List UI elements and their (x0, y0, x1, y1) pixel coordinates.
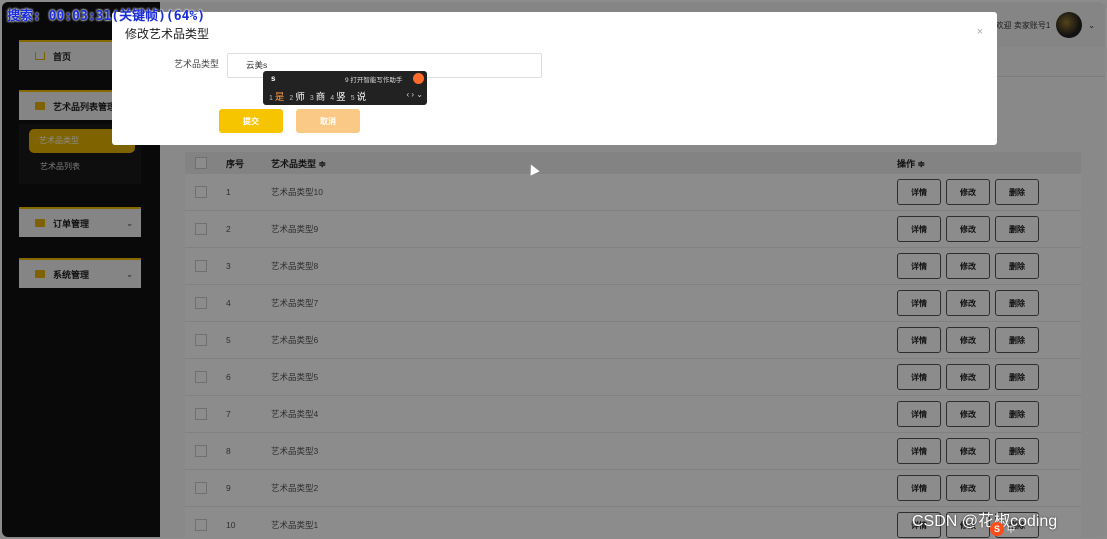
ime-mode[interactable]: 中 (1007, 524, 1015, 535)
ime-candidate[interactable]: 3商 (310, 89, 325, 103)
ime-candidate[interactable]: 1是 (269, 89, 284, 103)
watermark: CSDN @花椒coding (912, 513, 1058, 530)
ime-candidate[interactable]: 5说 (351, 89, 366, 103)
ime-candidate[interactable]: 2师 (289, 89, 304, 103)
ime-code: s (271, 74, 276, 83)
ime-hint[interactable]: 9 打开智能写作助手 (345, 74, 402, 84)
close-icon[interactable]: × (977, 26, 983, 38)
sogou-logo-icon[interactable]: S (990, 522, 1004, 536)
ime-candidate-window: s 9 打开智能写作助手 1是 2师 3商 4竖 5说 ‹ › ⌄ (263, 71, 427, 105)
type-field-label: 艺术品类型 (174, 59, 220, 69)
ime-candidates: 1是 2师 3商 4竖 5说 (269, 89, 366, 103)
ime-candidate[interactable]: 4竖 (330, 89, 345, 103)
dialog-title: 修改艺术品类型 (125, 27, 210, 41)
cancel-button[interactable]: 取消 (296, 109, 360, 133)
recording-timestamp: 搜索: 00:03:31(关键帧)(64%) (7, 9, 206, 24)
submit-button[interactable]: 提交 (219, 109, 283, 133)
ime-logo-icon (413, 73, 424, 84)
ime-tray: S 中 (990, 522, 1015, 536)
ime-page-nav[interactable]: ‹ › ⌄ (407, 90, 423, 99)
edit-type-dialog: 修改艺术品类型 × 艺术品类型 云美s 提交 取消 (112, 12, 997, 145)
